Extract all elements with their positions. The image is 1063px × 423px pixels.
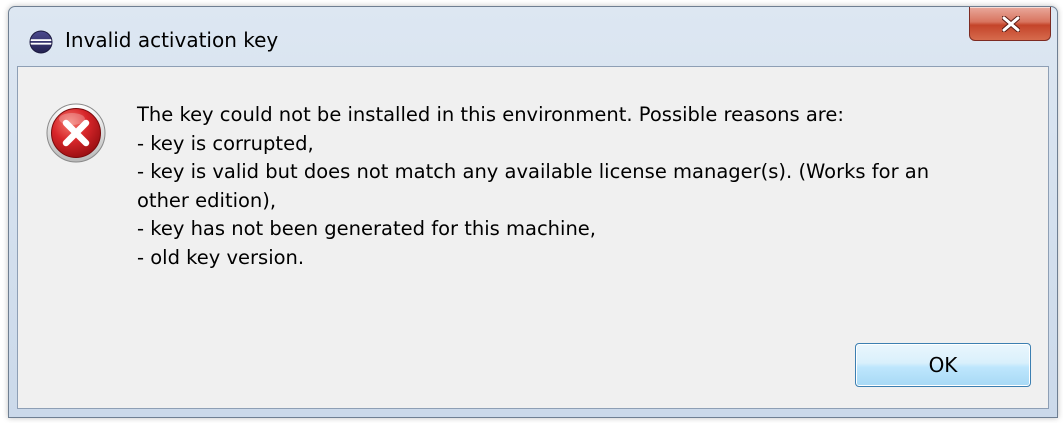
message-line: - key has not been generated for this ma… [137, 217, 597, 241]
eclipse-icon [29, 30, 53, 54]
close-icon [1002, 16, 1020, 32]
error-icon [45, 102, 107, 164]
message-line: other edition), [137, 188, 277, 212]
message-line: - key is valid but does not match any av… [137, 160, 930, 184]
title-bar[interactable]: Invalid activation key [9, 7, 1057, 65]
dialog-window: Invalid activation key The key could not… [8, 6, 1058, 418]
message-line: - old key version. [137, 245, 305, 269]
error-message: The key could not be installed in this e… [137, 101, 1017, 273]
dialog-body: The key could not be installed in this e… [17, 66, 1049, 409]
ok-button[interactable]: OK [855, 343, 1031, 387]
message-line: The key could not be installed in this e… [137, 103, 844, 126]
message-line: - key is corrupted, [137, 131, 314, 155]
window-title: Invalid activation key [65, 28, 279, 52]
close-button[interactable] [969, 7, 1051, 41]
